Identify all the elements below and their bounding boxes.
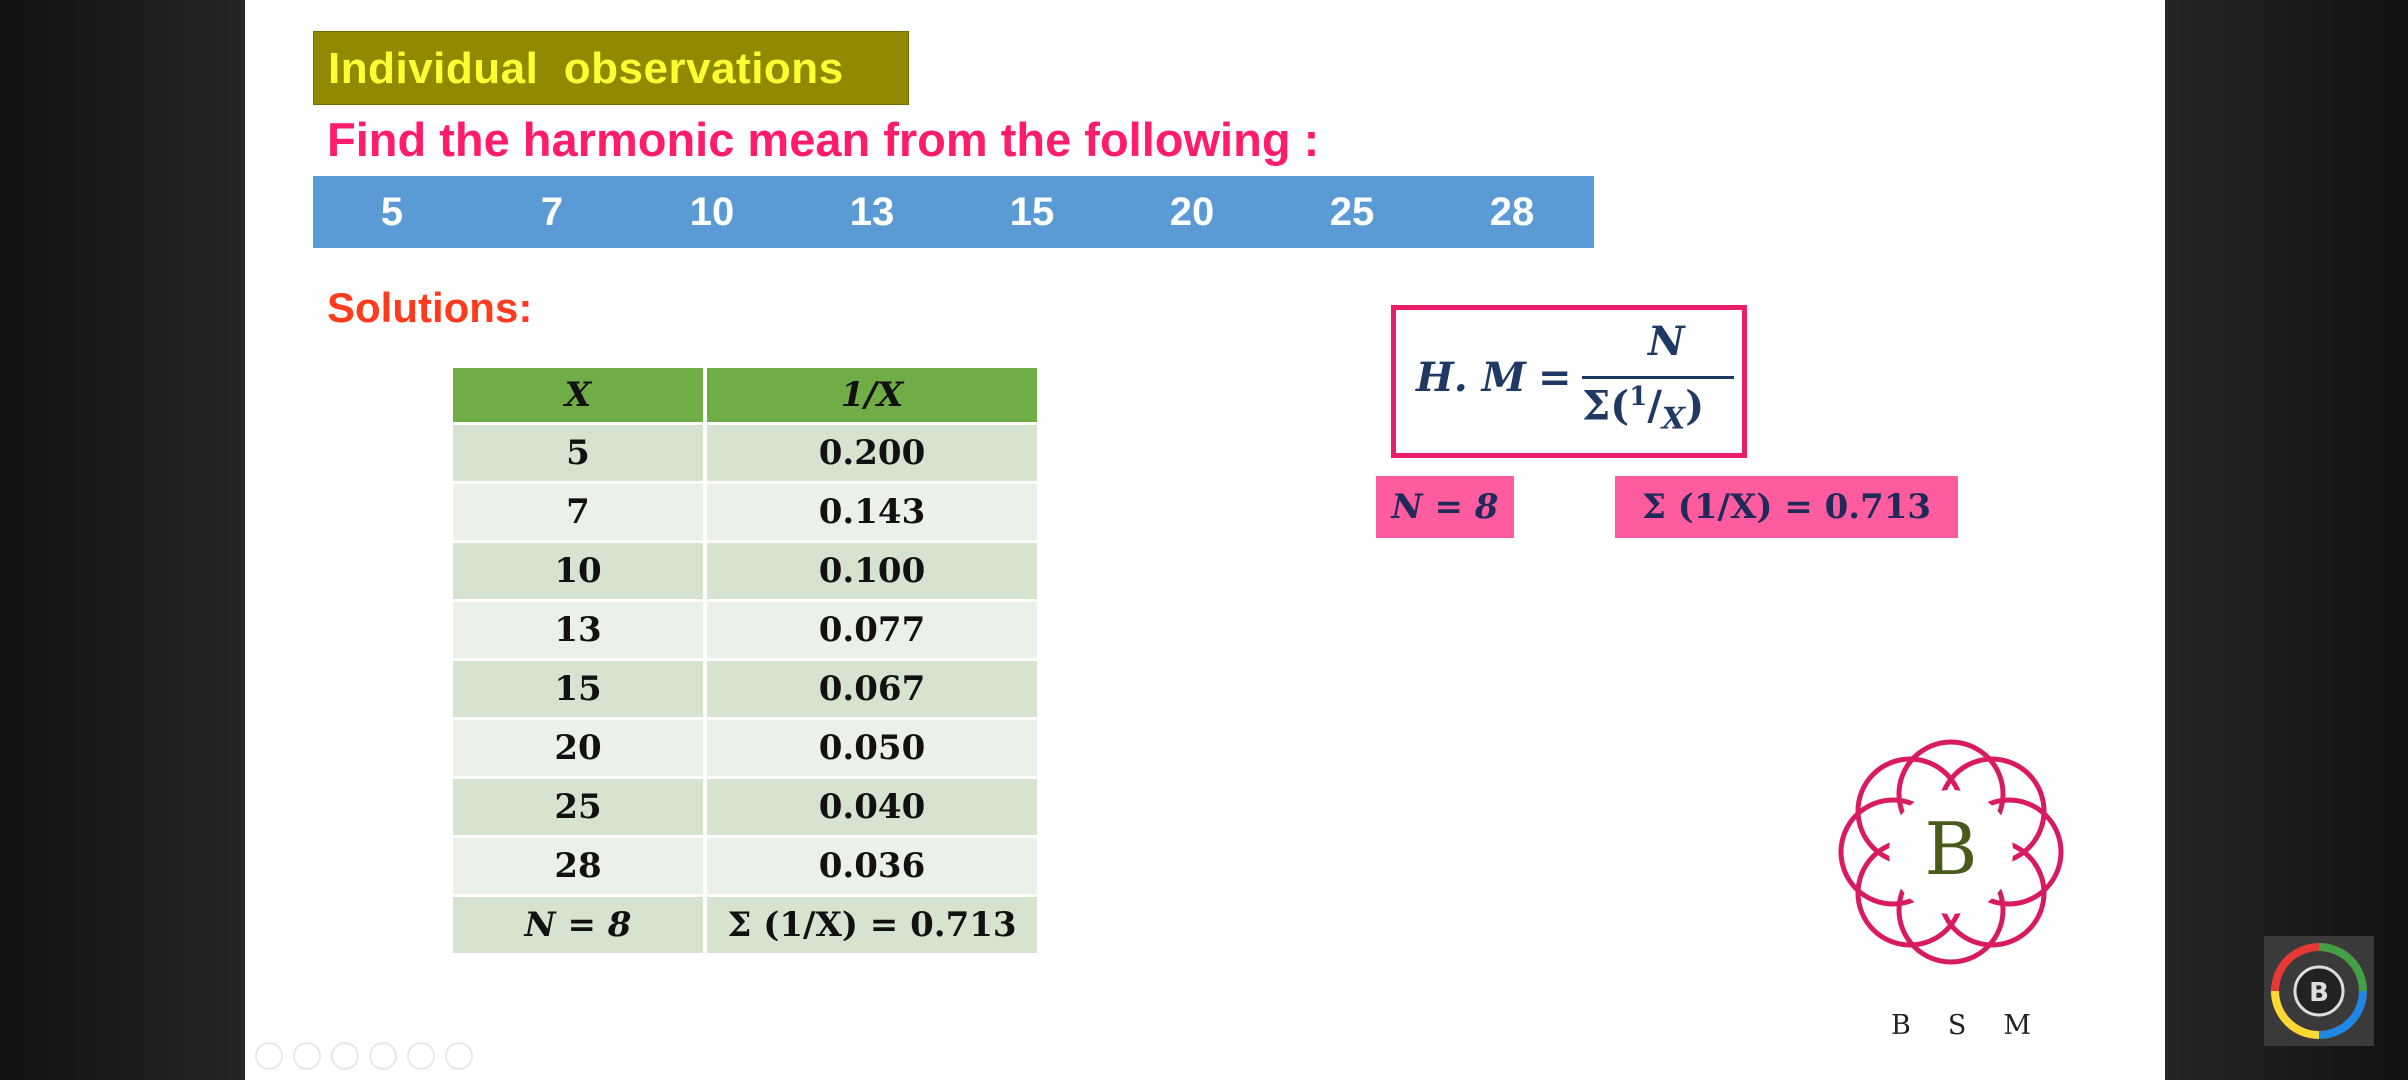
value-item: 5 [380, 190, 404, 234]
table-header-row: X 1/X [453, 368, 1037, 425]
table-cell: 0.040 [707, 779, 1037, 838]
logo-letter: B [1925, 807, 1978, 891]
zoom-icon[interactable] [407, 1042, 435, 1070]
value-item: 20 [1169, 190, 1215, 234]
more-icon[interactable] [445, 1042, 473, 1070]
sum-badge: Σ (1/X) = 0.713 [1615, 476, 1958, 538]
value-item: 28 [1489, 190, 1535, 234]
total-n-cell: N = 8 [453, 897, 707, 956]
column-header-x: X [453, 368, 707, 425]
value-item: 15 [1009, 190, 1055, 234]
table-row: 13 0.077 [453, 602, 1037, 661]
question-text: Find the harmonic mean from the followin… [327, 113, 1320, 166]
table-cell: 13 [453, 602, 707, 661]
column-header-reciprocal: 1/X [707, 368, 1037, 425]
formula-denominator: Σ(1/X) [1582, 382, 1704, 436]
presentation-slide: Individual observations Find the harmoni… [245, 0, 2165, 1080]
value-item: 13 [849, 190, 895, 234]
value-item: 10 [689, 190, 735, 234]
table-cell: 0.036 [707, 838, 1037, 897]
table-cell: 0.067 [707, 661, 1037, 720]
table-cell: 20 [453, 720, 707, 779]
table-cell: 0.100 [707, 543, 1037, 602]
solutions-label: Solutions: [327, 284, 533, 331]
denominator-x: X [1661, 401, 1686, 437]
right-letterbox [2163, 0, 2408, 1080]
denominator-close: ) [1685, 382, 1705, 430]
pen-icon[interactable] [331, 1042, 359, 1070]
harmonic-mean-table: X 1/X 5 0.200 7 0.143 10 0.100 13 0.077 … [453, 368, 1037, 956]
table-row: 20 0.050 [453, 720, 1037, 779]
denominator-one: 1 [1629, 382, 1648, 412]
formula-lhs: H. M [1416, 354, 1526, 401]
previous-icon[interactable] [255, 1042, 283, 1070]
table-row: 15 0.067 [453, 661, 1037, 720]
table-row: 25 0.040 [453, 779, 1037, 838]
value-item: 7 [540, 190, 564, 234]
bsm-logo: B [1838, 739, 2064, 965]
value-item: 25 [1329, 190, 1375, 234]
denominator-slash: / [1647, 382, 1662, 430]
table-cell: 15 [453, 661, 707, 720]
formula-equals: = [1538, 354, 1572, 401]
table-cell: 10 [453, 543, 707, 602]
logo-caption-b: B [1891, 1010, 1911, 1041]
slideshow-toolbar [255, 1042, 473, 1070]
total-sum-cell: Σ (1/X) = 0.713 [707, 897, 1037, 956]
left-letterbox [0, 0, 245, 1080]
table-cell: 0.050 [707, 720, 1037, 779]
table-cell: 7 [453, 484, 707, 543]
table-total-row: N = 8 Σ (1/X) = 0.713 [453, 897, 1037, 956]
logo-caption-s: S [1947, 1010, 1967, 1041]
next-icon[interactable] [293, 1042, 321, 1070]
harmonic-mean-formula: H. M = N Σ(1/X) [1391, 305, 1747, 458]
table-row: 28 0.036 [453, 838, 1037, 897]
table-row: 10 0.100 [453, 543, 1037, 602]
denominator-sigma: Σ( [1582, 382, 1630, 430]
table-row: 5 0.200 [453, 425, 1037, 484]
table-cell: 25 [453, 779, 707, 838]
channel-watermark: B [2264, 936, 2374, 1046]
formula-numerator: N [1648, 318, 1685, 365]
table-cell: 28 [453, 838, 707, 897]
table-cell: 0.143 [707, 484, 1037, 543]
table-cell: 0.200 [707, 425, 1037, 484]
table-cell: 0.077 [707, 602, 1037, 661]
n-badge: N = 8 [1376, 476, 1514, 538]
fraction-bar [1582, 376, 1734, 379]
logo-caption: B S M [1891, 1010, 2031, 1041]
values-bar: 5 7 10 13 15 20 25 28 [313, 176, 1594, 248]
slide-title-box: Individual observations [313, 31, 909, 105]
grid-icon[interactable] [369, 1042, 397, 1070]
channel-logo-letter: B [2309, 978, 2329, 1008]
channel-logo-icon: B [2271, 943, 2367, 1039]
table-row: 7 0.143 [453, 484, 1037, 543]
logo-caption-m: M [2003, 1010, 2031, 1041]
slide-title: Individual observations [328, 44, 844, 93]
table-cell: 5 [453, 425, 707, 484]
